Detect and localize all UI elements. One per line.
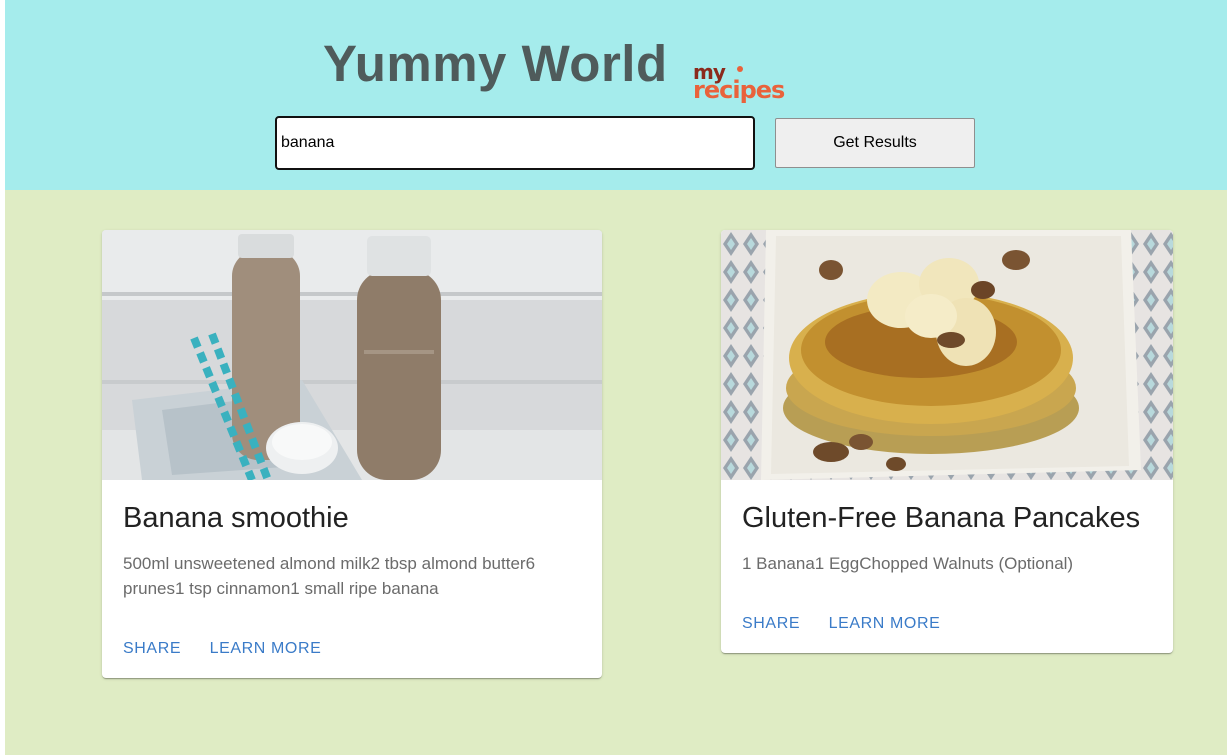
card-actions: Share Learn More: [742, 615, 964, 633]
recipe-ingredients: 500ml unsweetened almond milk2 tbsp almo…: [123, 554, 536, 598]
banana-pancakes-image: [721, 230, 1173, 480]
app-page: Yummy World my recipes Get Results: [5, 0, 1227, 755]
logo-dot-icon: [737, 66, 743, 72]
recipe-card: Banana smoothie 500ml unsweetened almond…: [102, 230, 602, 678]
learn-more-button[interactable]: Learn More: [210, 640, 322, 658]
share-button[interactable]: Share: [742, 615, 800, 633]
myrecipes-logo: my recipes: [693, 62, 797, 108]
get-results-button[interactable]: Get Results: [775, 118, 975, 168]
recipe-card: Gluten-Free Banana Pancakes 1 Banana1 Eg…: [721, 230, 1173, 653]
recipe-title: Gluten-Free Banana Pancakes: [742, 502, 1141, 534]
recipe-title: Banana smoothie: [123, 502, 349, 534]
share-button[interactable]: Share: [123, 640, 181, 658]
logo-word-recipes: recipes: [693, 76, 785, 104]
recipe-ingredients: 1 Banana1 EggChopped Walnuts (Optional): [742, 554, 1074, 573]
learn-more-button[interactable]: Learn More: [829, 615, 941, 633]
app-title: Yummy World: [323, 35, 668, 92]
smoothie-bottles-image: [102, 230, 602, 480]
card-actions: Share Learn More: [123, 640, 345, 658]
search-input[interactable]: [275, 116, 755, 170]
header: Yummy World my recipes Get Results: [5, 0, 1227, 190]
